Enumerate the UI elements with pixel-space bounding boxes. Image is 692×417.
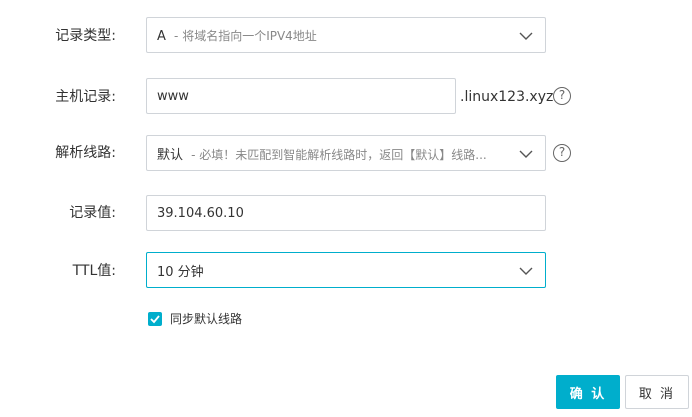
chevron-down-icon — [519, 150, 533, 158]
ttl-value: 10 分钟 — [157, 264, 204, 280]
host-input[interactable]: www — [146, 78, 456, 114]
host-label: 主机记录: — [55, 89, 116, 105]
line-value: 默认 — [157, 147, 184, 163]
line-select[interactable]: 默认 - 必填！未匹配到智能解析线路时，返回【默认】线路... — [146, 135, 546, 171]
record-value-label: 记录值: — [69, 205, 116, 221]
chevron-down-icon — [519, 267, 533, 275]
confirm-button[interactable]: 确 认 — [556, 375, 620, 409]
checkmark-icon — [150, 315, 160, 324]
record-type-select[interactable]: A - 将域名指向一个IPV4地址 — [146, 17, 546, 53]
ttl-label: TTL值: — [72, 263, 116, 279]
host-value: www — [157, 88, 189, 104]
record-value-text: 39.104.60.10 — [157, 205, 244, 221]
ttl-select[interactable]: 10 分钟 — [146, 252, 546, 288]
sync-default-label: 同步默认线路 — [170, 312, 243, 326]
record-type-hint: - 将域名指向一个IPV4地址 — [174, 28, 317, 43]
line-hint: - 必填！未匹配到智能解析线路时，返回【默认】线路... — [191, 147, 487, 162]
line-label: 解析线路: — [55, 145, 116, 161]
help-icon[interactable]: ? — [553, 87, 571, 105]
cancel-button[interactable]: 取 消 — [625, 375, 689, 409]
chevron-down-icon — [519, 32, 533, 40]
record-type-label: 记录类型: — [55, 28, 116, 44]
record-type-value: A — [157, 28, 166, 44]
domain-suffix: .linux123.xyz — [460, 89, 554, 105]
record-value-input[interactable]: 39.104.60.10 — [146, 195, 546, 231]
sync-default-checkbox[interactable] — [148, 312, 162, 326]
help-icon[interactable]: ? — [553, 144, 571, 162]
